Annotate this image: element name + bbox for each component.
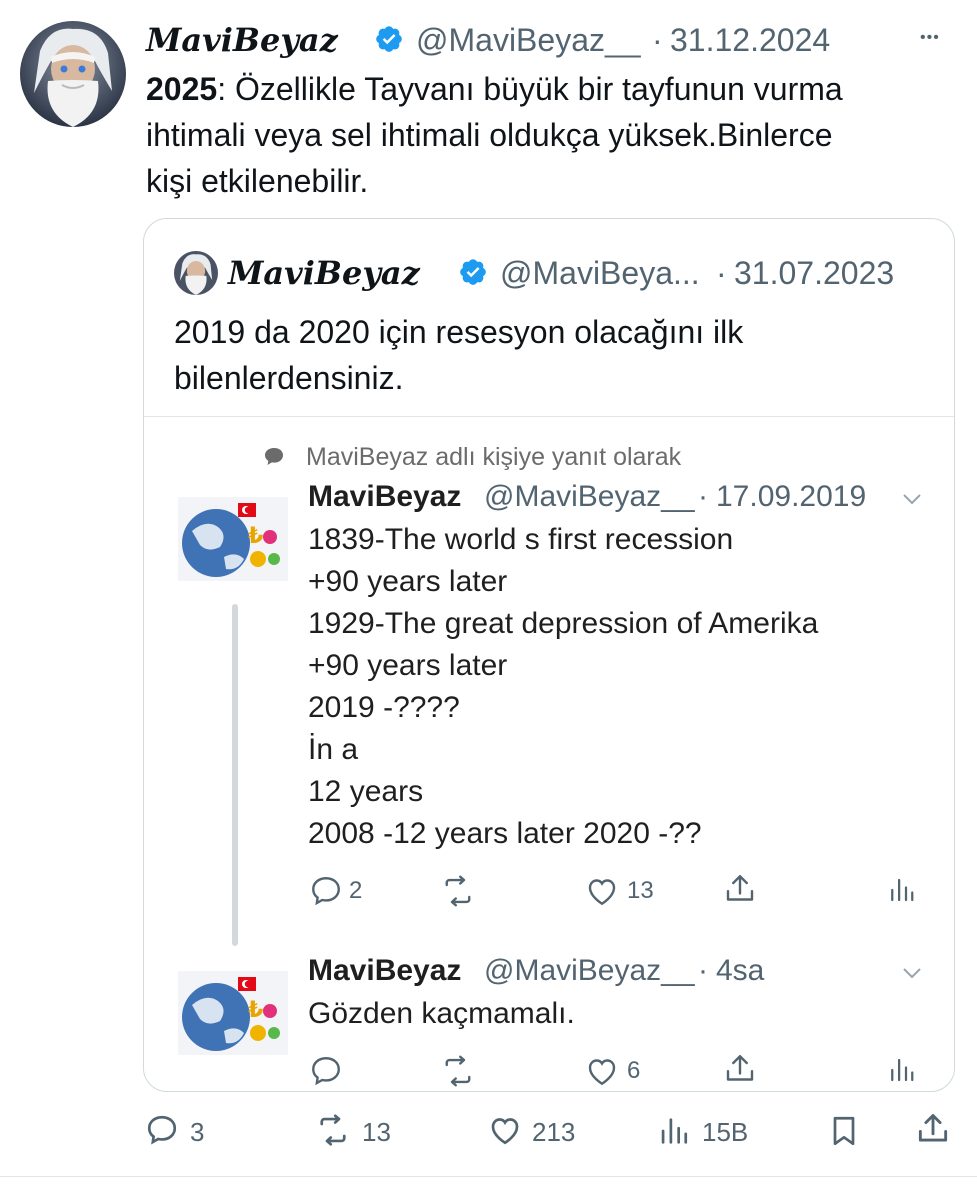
retweet-button[interactable] [314, 1112, 352, 1148]
author-handle[interactable]: @MaviBeyaz__ [416, 20, 641, 60]
thread-1-line: 2019 -???? [308, 691, 460, 724]
thread-1-line: +90 years later [308, 565, 508, 598]
quote-date: 31.07.2023 [734, 255, 895, 291]
thread-1-like-count: 13 [627, 877, 654, 904]
quote-display-name: MaviBeyaz [228, 254, 420, 292]
bookmark-button[interactable] [826, 1112, 862, 1150]
thread-1-handle: @MaviBeyaz__ [484, 480, 695, 513]
verified-badge-icon [374, 24, 404, 54]
separator-dot: · [652, 22, 663, 58]
share-button[interactable] [914, 1110, 952, 1148]
views-icon [886, 875, 916, 905]
retweet-count: 13 [362, 1117, 391, 1147]
like-count: 213 [532, 1117, 576, 1147]
view-count: 15B [702, 1117, 749, 1147]
tweet-text: 2025: Özellikle Tayvanı büyük bir tayfun… [146, 66, 843, 204]
tweet-text-line-1: : Özellikle Tayvanı büyük bir tayfunun v… [217, 71, 843, 107]
reply-context: MaviBeyaz adlı kişiye yanıt olarak [306, 443, 682, 471]
thread-1-text: 1839-The world s first recession +90 yea… [308, 519, 818, 855]
reply-icon [308, 1053, 344, 1089]
thread-2-dot: · [698, 954, 708, 987]
quote-text-line-1: 2019 da 2020 için resesyon olacağını ilk [174, 314, 744, 350]
thread-avatar-globe: ₺ [178, 971, 288, 1055]
tweet-text-line-2: ihtimali veya sel ihtimali oldukça yükse… [146, 117, 833, 153]
retweet-icon [440, 1053, 476, 1089]
thread-1-line: 12 years [308, 775, 424, 808]
svg-text:₺: ₺ [248, 998, 263, 1023]
author-display-name[interactable]: MaviBeyaz [146, 20, 338, 60]
thread-1-name: MaviBeyaz [308, 480, 462, 513]
quoted-tweet-card[interactable]: MaviBeyaz @MaviBeya... · 31.07.2023 2019… [143, 218, 955, 1092]
thread-1-line: +90 years later [308, 649, 508, 682]
quote-text: 2019 da 2020 için resesyon olacağını ilk… [174, 309, 743, 401]
thread-1-line: 2008 -12 years later 2020 -?? [308, 817, 702, 850]
like-button[interactable] [486, 1112, 524, 1148]
thread-1-reply-count: 2 [349, 877, 363, 904]
quote-separator-dot: · [716, 255, 727, 291]
quote-avatar [174, 251, 218, 295]
thread-2-text: Gözden kaçmamalı. [308, 997, 575, 1030]
share-icon [722, 871, 758, 907]
bottom-divider [0, 1176, 977, 1177]
views-icon [886, 1055, 916, 1085]
views-button[interactable] [656, 1114, 690, 1148]
thread-2-like-count: 6 [627, 1057, 641, 1084]
thread-connector-line [232, 604, 238, 946]
svg-text:₺: ₺ [248, 524, 263, 549]
tweet-text-line-3: kişi etkilenebilir. [146, 163, 369, 199]
speech-bubble-icon [262, 445, 286, 469]
chevron-down-icon [900, 961, 924, 985]
tweet-date[interactable]: 31.12.2024 [670, 20, 830, 60]
thread-2-name: MaviBeyaz [308, 954, 462, 987]
thread-1-line: 1929-The great depression of Amerika [308, 607, 819, 640]
thread-2-date: 4sa [716, 954, 765, 987]
thread-1-line: İn a [308, 733, 359, 766]
tweet-text-bold: 2025 [146, 71, 218, 107]
thread-1-line: 1839-The world s first recession [308, 523, 734, 556]
chevron-down-icon [900, 487, 924, 511]
card-divider [144, 416, 954, 417]
heart-icon [584, 873, 620, 909]
avatar-wizard[interactable] [20, 21, 126, 127]
reply-count: 3 [190, 1117, 205, 1147]
share-icon [722, 1051, 758, 1087]
quote-verified-badge-icon [458, 257, 488, 287]
retweet-icon [440, 873, 476, 909]
thread-1-date: 17.09.2019 [716, 480, 867, 513]
quote-text-line-2: bilenlerdensiniz. [174, 360, 404, 396]
thread-2-handle: @MaviBeyaz__ [484, 954, 695, 987]
reply-button[interactable] [144, 1112, 180, 1148]
thread-avatar-globe: ₺ [178, 497, 288, 581]
quote-handle: @MaviBeya... [500, 255, 700, 291]
heart-icon [584, 1053, 620, 1089]
reply-icon [308, 873, 344, 909]
more-options-button[interactable]: ••• [920, 24, 940, 52]
thread-1-dot: · [698, 480, 708, 513]
